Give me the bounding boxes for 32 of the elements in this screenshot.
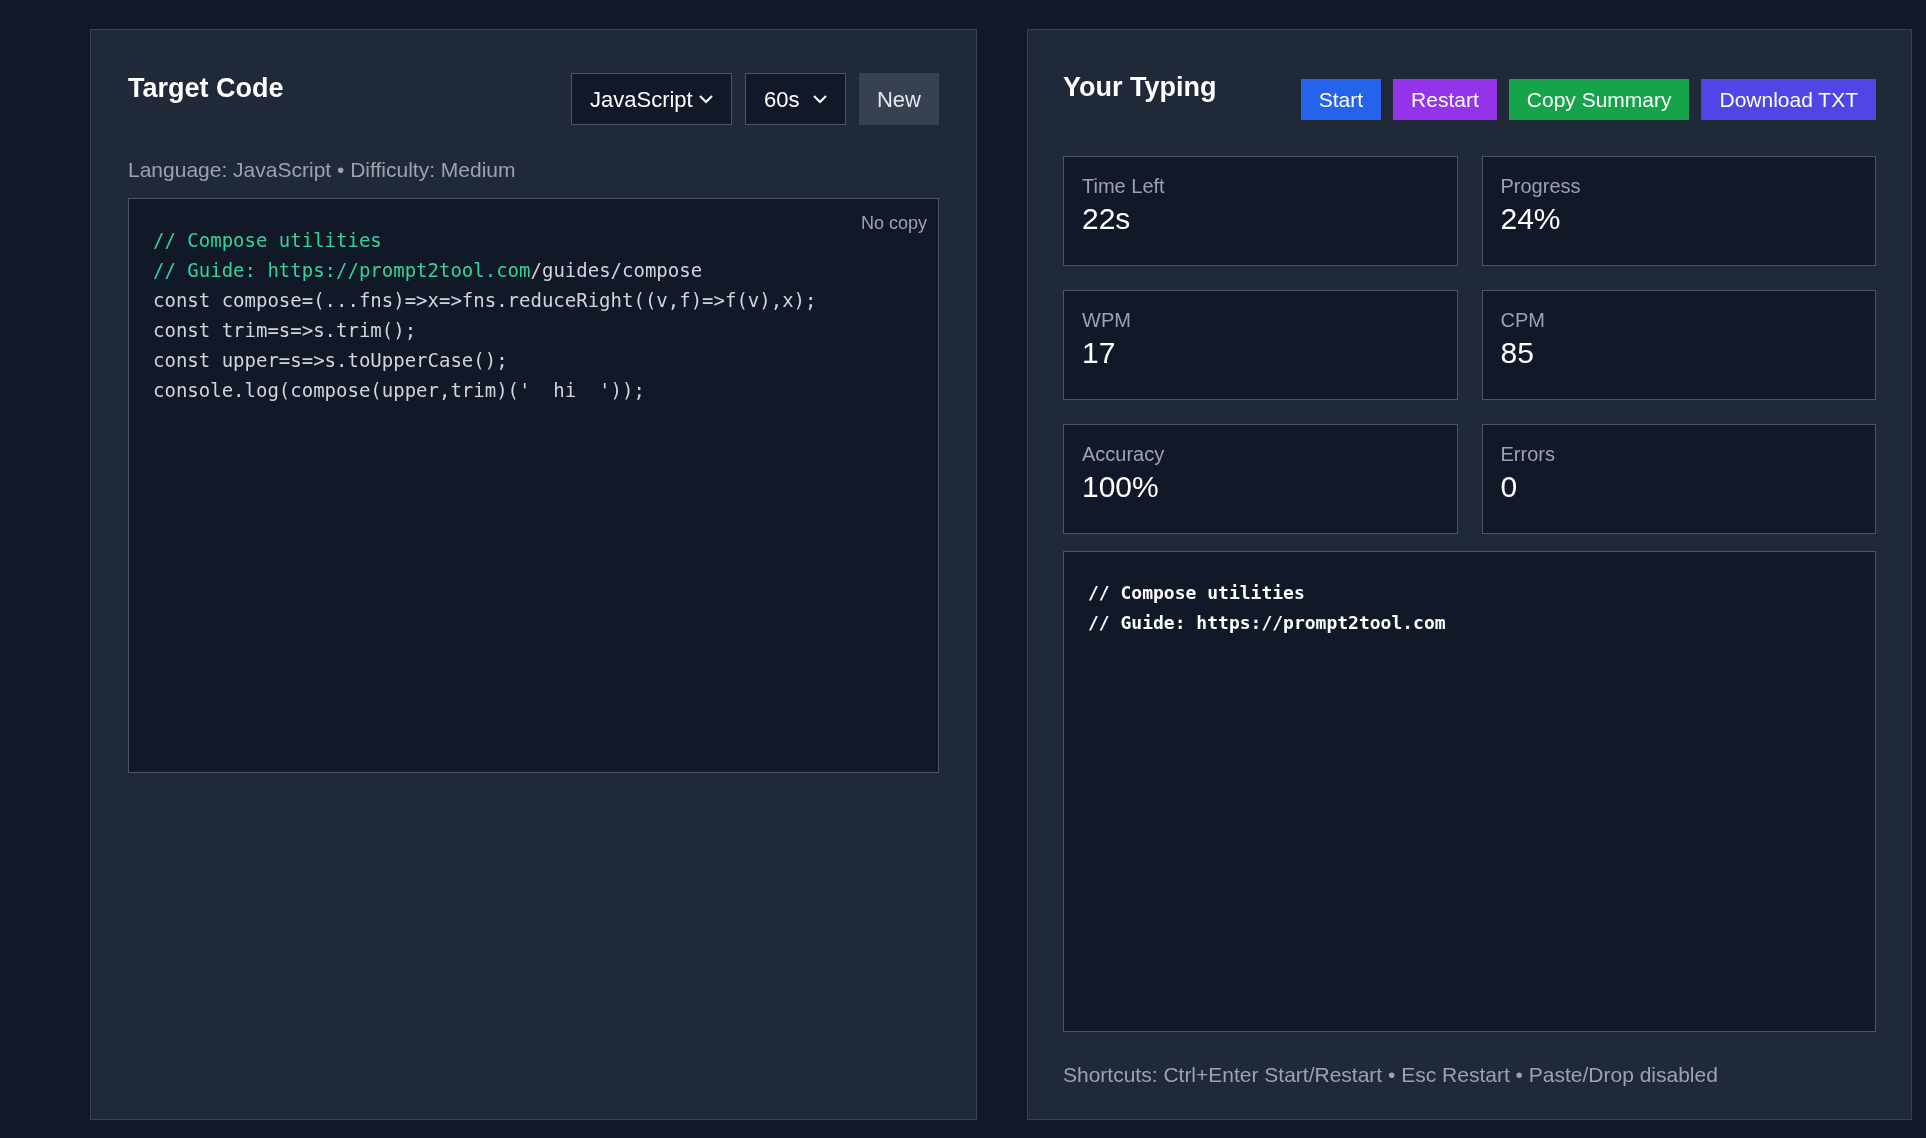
action-button[interactable]: Download TXT xyxy=(1701,79,1876,120)
code-line: // Guide: https://prompt2tool.com/guides/compose xyxy=(153,257,703,283)
language-info: Language: JavaScript • Difficulty: Medium xyxy=(128,157,517,183)
stat-value: 24% xyxy=(1500,201,1561,237)
stat-label: WPM xyxy=(1082,308,1131,333)
panel-title: Your Typing xyxy=(1063,71,1217,103)
duration-select[interactable]: 60s xyxy=(745,73,846,125)
stat-value: 100% xyxy=(1082,469,1159,505)
stat-value: 85 xyxy=(1500,335,1534,371)
action-button[interactable]: Restart xyxy=(1393,79,1497,120)
code-line: console.log(compose(upper,trim)(' hi ')); xyxy=(153,377,645,403)
code-line: // Compose utilities xyxy=(153,227,382,253)
stat-label: Errors xyxy=(1500,442,1555,467)
action-button[interactable]: Start xyxy=(1300,79,1382,120)
stat-label: CPM xyxy=(1500,308,1545,333)
chevron-down-icon xyxy=(699,94,713,104)
stat-value: 22s xyxy=(1082,201,1131,237)
shortcuts-hint: Shortcuts: Ctrl+Enter Start/Restart • Esc Restart • Paste/Drop disabled xyxy=(1063,1062,1719,1088)
chevron-down-icon xyxy=(813,94,827,104)
code-line: const compose=(...fns)=>x=>fns.reduceRight((v,f)=>f(v),x); xyxy=(153,287,817,313)
stat-label: Accuracy xyxy=(1082,442,1165,467)
language-select[interactable]: JavaScript xyxy=(571,73,732,125)
stat-label: Time Left xyxy=(1082,174,1165,199)
stat-value: 17 xyxy=(1082,335,1116,371)
no-copy-label: No copy xyxy=(860,211,927,235)
stat-value: 0 xyxy=(1500,469,1518,505)
panel-title: Target Code xyxy=(128,72,284,104)
stat-label: Progress xyxy=(1500,174,1581,199)
code-line: const upper=s=>s.toUpperCase(); xyxy=(153,347,508,373)
typing-area[interactable]: // Compose utilities // Guide: https://prompt2tool.com xyxy=(1063,551,1876,1032)
new-button[interactable]: New xyxy=(859,73,939,125)
code-line: const trim=s=>s.trim(); xyxy=(153,317,417,343)
